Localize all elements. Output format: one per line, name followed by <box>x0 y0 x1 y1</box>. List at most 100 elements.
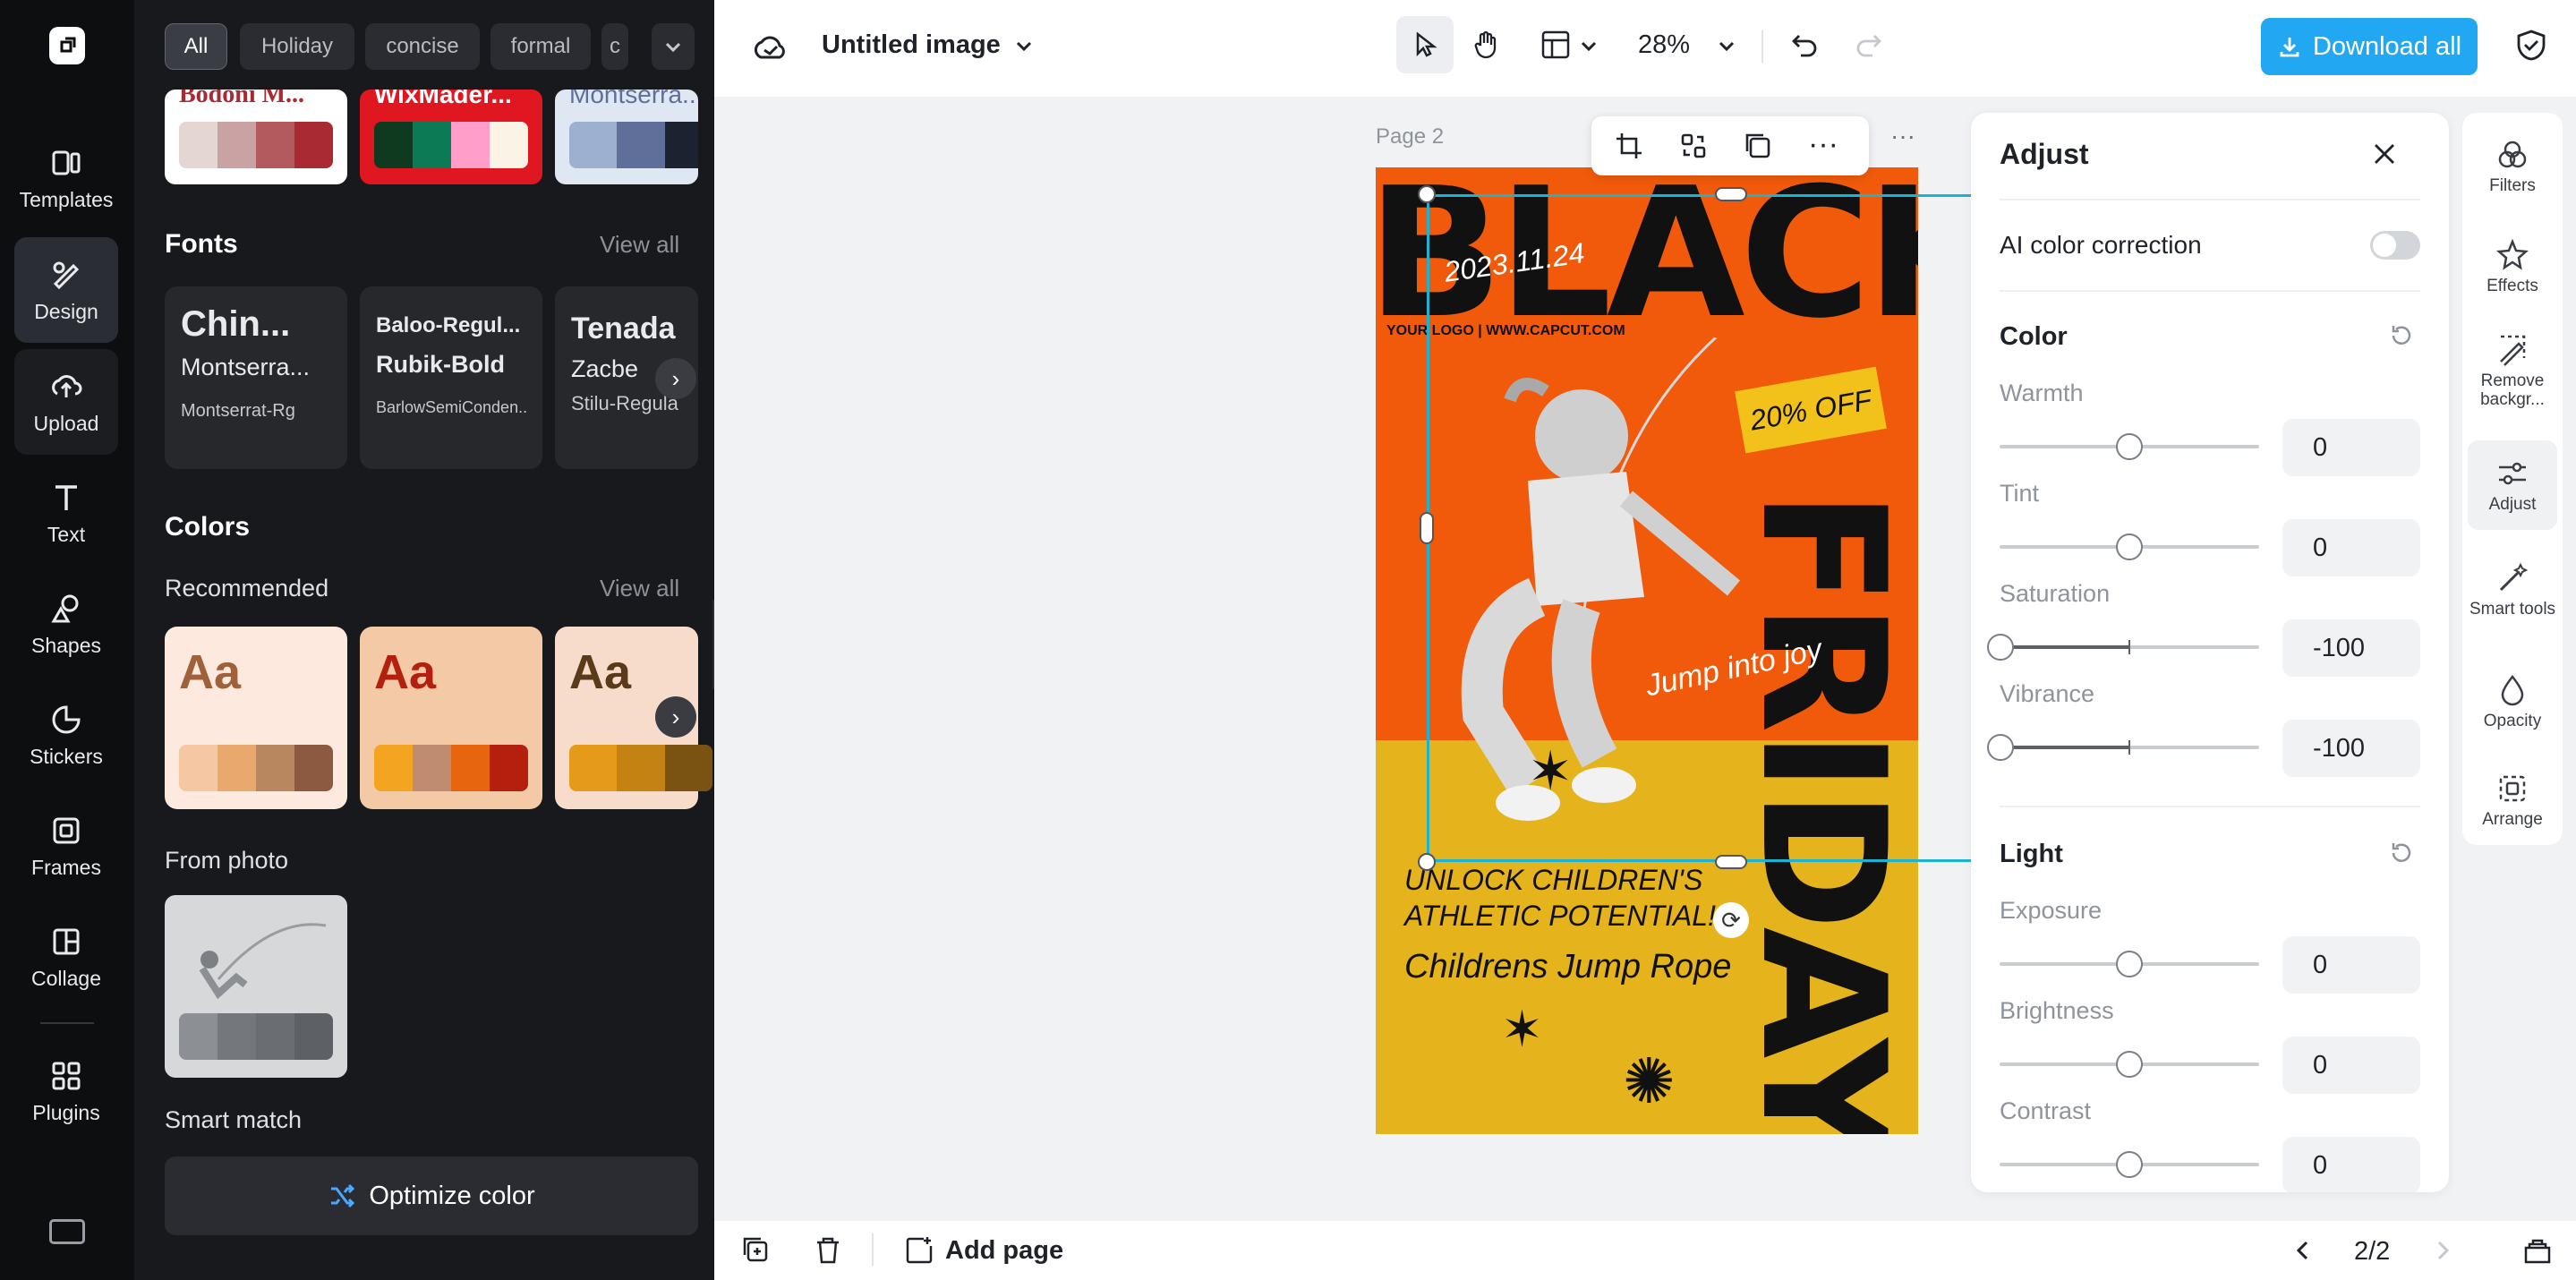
brightness-slider[interactable] <box>2000 1051 2259 1078</box>
rail-design[interactable]: Design <box>14 237 118 343</box>
chip-formal[interactable]: formal <box>490 23 591 70</box>
font-card[interactable]: Chin... Montserra... Montserrat-Rg <box>165 286 347 469</box>
tool-filters[interactable]: Filters <box>2468 122 2557 211</box>
chip-holiday[interactable]: Holiday <box>240 23 354 70</box>
replace-icon[interactable] <box>1679 132 1708 160</box>
tool-opacity[interactable]: Opacity <box>2468 657 2557 747</box>
tint-value[interactable]: 0 <box>2282 519 2420 576</box>
slider-knob[interactable] <box>2116 533 2143 560</box>
app-logo[interactable] <box>49 27 85 64</box>
select-tool-button[interactable] <box>1396 16 1454 73</box>
tool-remove-background[interactable]: Remove backgr... <box>2468 322 2557 421</box>
vibrance-value[interactable]: -100 <box>2282 720 2420 777</box>
rail-divider <box>40 1022 94 1024</box>
cloud-sync-icon[interactable] <box>752 30 789 63</box>
rail-text[interactable]: Text <box>14 460 118 566</box>
rail-stickers[interactable]: Stickers <box>14 682 118 788</box>
divider <box>872 1233 874 1266</box>
colors-view-all-link[interactable]: View all <box>600 575 679 602</box>
chip-concise[interactable]: concise <box>365 23 480 70</box>
tool-arrange[interactable]: Arrange <box>2468 755 2557 845</box>
fonts-view-all-link[interactable]: View all <box>600 231 679 259</box>
add-page-button[interactable]: Add page <box>904 1232 1063 1269</box>
resize-handle[interactable] <box>1715 187 1747 201</box>
chevron-down-icon[interactable] <box>1579 36 1599 55</box>
warmth-value[interactable]: 0 <box>2282 419 2420 476</box>
chevron-right-icon[interactable] <box>2431 1239 2454 1262</box>
color-scheme-card[interactable]: Aa <box>165 627 347 809</box>
saturation-value[interactable]: -100 <box>2282 619 2420 677</box>
rail-shapes[interactable]: Shapes <box>14 571 118 677</box>
effects-icon <box>2495 238 2529 270</box>
more-options-icon[interactable]: ··· <box>1808 127 1838 162</box>
palette-card[interactable]: WixMader... <box>360 90 542 184</box>
close-icon[interactable] <box>2370 140 2399 168</box>
brightness-value[interactable]: 0 <box>2282 1037 2420 1094</box>
chevron-left-icon[interactable] <box>2291 1239 2315 1262</box>
vibrance-slider[interactable] <box>1987 734 2259 761</box>
rotate-handle[interactable]: ⟳ <box>1713 902 1749 938</box>
chip-all[interactable]: All <box>165 23 227 70</box>
slider-knob[interactable] <box>1987 734 2014 761</box>
fonts-next-button[interactable]: › <box>655 358 696 399</box>
exposure-value[interactable]: 0 <box>2282 936 2420 994</box>
reset-icon[interactable] <box>2388 322 2415 349</box>
redo-icon[interactable] <box>1853 30 1883 61</box>
reset-icon[interactable] <box>2388 840 2415 866</box>
adjust-icon <box>2499 462 2526 484</box>
tint-slider[interactable] <box>2000 533 2259 560</box>
ai-color-correction-toggle[interactable] <box>2370 231 2420 260</box>
optimize-color-button[interactable]: Optimize color <box>165 1156 698 1235</box>
document-title[interactable]: Untitled image <box>822 30 1001 60</box>
rail-collage[interactable]: Collage <box>14 904 118 1010</box>
undo-icon[interactable] <box>1790 30 1821 61</box>
hand-tool-icon[interactable] <box>1471 29 1504 61</box>
rail-upload[interactable]: Upload <box>14 349 118 455</box>
selection-frame[interactable] <box>1427 194 1971 862</box>
chips-expand-button[interactable] <box>652 23 695 70</box>
color-scheme-card[interactable]: Aa <box>360 627 542 809</box>
rail-plugins[interactable]: Plugins <box>14 1038 118 1144</box>
shield-icon[interactable] <box>2515 29 2547 63</box>
font-card[interactable]: Baloo-Regul... Rubik-Bold BarlowSemiCond… <box>360 286 542 469</box>
page-more-icon[interactable]: ··· <box>1890 122 1915 150</box>
resize-handle[interactable] <box>1420 512 1434 544</box>
slider-knob[interactable] <box>2116 1151 2143 1178</box>
exposure-slider[interactable] <box>2000 951 2259 977</box>
slider-knob[interactable] <box>1987 634 2014 661</box>
tool-effects[interactable]: Effects <box>2468 222 2557 311</box>
palette-swatch <box>179 122 333 168</box>
download-all-button[interactable]: Download all <box>2261 18 2478 75</box>
plugins-icon <box>52 1062 81 1089</box>
warmth-slider[interactable] <box>2000 433 2259 460</box>
resize-handle[interactable] <box>1418 853 1436 871</box>
slider-knob[interactable] <box>2116 433 2143 460</box>
trash-icon[interactable] <box>813 1235 843 1266</box>
duplicate-page-icon[interactable] <box>741 1235 772 1266</box>
slider-knob[interactable] <box>2116 951 2143 977</box>
slider-knob[interactable] <box>2116 1051 2143 1078</box>
resize-handle[interactable] <box>1418 185 1436 203</box>
saturation-slider[interactable] <box>1987 634 2259 661</box>
chip-more[interactable]: c <box>601 23 628 70</box>
contrast-value[interactable]: 0 <box>2282 1137 2420 1192</box>
colors-next-button[interactable]: › <box>655 696 696 738</box>
tool-adjust[interactable]: Adjust <box>2468 440 2557 530</box>
crop-icon[interactable] <box>1615 132 1643 160</box>
tool-label: Filters <box>2489 175 2536 195</box>
palette-card[interactable]: Montserra... <box>555 90 698 184</box>
keyboard-shortcuts-icon[interactable] <box>49 1219 85 1244</box>
contrast-slider[interactable] <box>2000 1151 2259 1178</box>
chevron-down-icon[interactable] <box>1717 36 1736 55</box>
duplicate-icon[interactable] <box>1744 132 1772 160</box>
resize-handle[interactable] <box>1715 855 1747 869</box>
zoom-level[interactable]: 28% <box>1638 30 1690 60</box>
rail-templates[interactable]: Templates <box>14 125 118 231</box>
palette-card[interactable]: Bodoni M... <box>165 90 347 184</box>
layout-icon[interactable] <box>1540 29 1572 61</box>
chevron-down-icon[interactable] <box>1013 36 1035 57</box>
tool-smart-tools[interactable]: Smart tools <box>2468 541 2557 639</box>
rail-frames[interactable]: Frames <box>14 793 118 899</box>
photo-palette-card[interactable] <box>165 895 347 1078</box>
pages-panel-icon[interactable] <box>2522 1235 2553 1266</box>
